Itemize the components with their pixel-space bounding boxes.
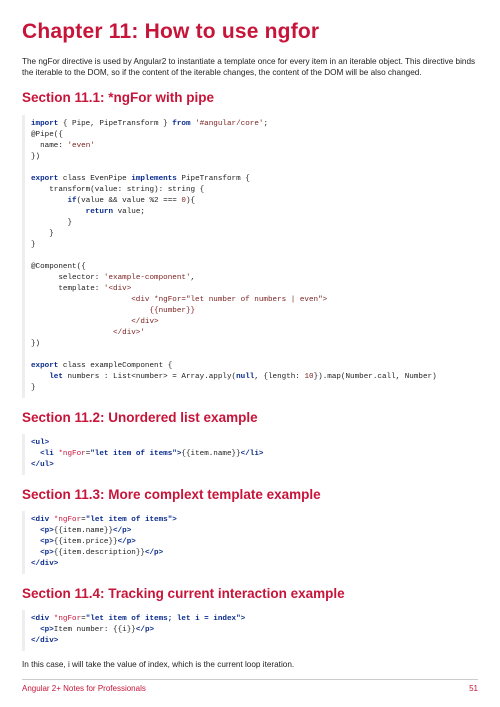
intro-paragraph: The ngFor directive is used by Angular2 … (22, 56, 478, 78)
footer-page-number: 51 (469, 684, 478, 695)
outro-paragraph: In this case, i will take the value of i… (22, 659, 478, 670)
section-11-2-title: Section 11.2: Unordered list example (22, 409, 478, 427)
chapter-title: Chapter 11: How to use ngfor (22, 18, 478, 46)
code-block-4: <div *ngFor="let item of items; let i = … (22, 610, 478, 651)
page-footer: Angular 2+ Notes for Professionals 51 (22, 679, 478, 695)
footer-book-title: Angular 2+ Notes for Professionals (22, 684, 146, 695)
section-11-4-title: Section 11.4: Tracking current interacti… (22, 585, 478, 603)
code-block-2: <ul> <li *ngFor="let item of items">{{it… (22, 434, 478, 475)
section-11-3-title: Section 11.3: More complext template exa… (22, 486, 478, 504)
code-block-3: <div *ngFor="let item of items"> <p>{{it… (22, 511, 478, 574)
code-block-1: import { Pipe, PipeTransform } from '#an… (22, 115, 478, 398)
section-11-1-title: Section 11.1: *ngFor with pipe (22, 89, 478, 107)
